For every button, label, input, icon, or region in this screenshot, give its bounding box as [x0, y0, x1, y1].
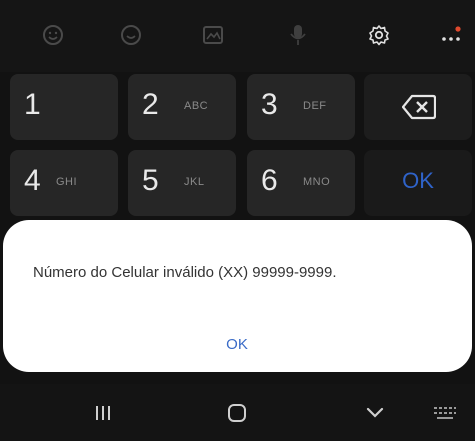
backspace-icon: [401, 94, 437, 125]
key-number: 1: [24, 88, 41, 121]
key-2[interactable]: 2 ABC: [128, 74, 236, 140]
key-letters: JKL: [184, 176, 205, 188]
sticker-icon[interactable]: [118, 22, 144, 48]
mic-icon[interactable]: [285, 22, 311, 48]
key-number: 6: [261, 164, 278, 197]
error-dialog: Número do Celular inválido (XX) 99999-99…: [3, 220, 472, 372]
navigation-bar: [0, 384, 475, 441]
key-letters: MNO: [303, 176, 331, 188]
key-6[interactable]: 6 MNO: [247, 150, 355, 216]
gif-icon[interactable]: [200, 22, 226, 48]
key-letters: GHI: [56, 176, 78, 188]
keypad-ok-label: OK: [402, 168, 434, 193]
settings-icon[interactable]: [366, 22, 392, 48]
key-number: 4: [24, 164, 41, 197]
recents-icon[interactable]: [88, 398, 118, 428]
error-message: Número do Celular inválido (XX) 99999-99…: [33, 264, 337, 281]
key-1[interactable]: 1: [10, 74, 118, 140]
key-5[interactable]: 5 JKL: [128, 150, 236, 216]
keyboard-toolbar: [0, 0, 475, 72]
back-icon[interactable]: [360, 398, 390, 428]
home-icon[interactable]: [222, 398, 252, 428]
more-icon[interactable]: [438, 22, 464, 48]
key-letters: DEF: [303, 100, 327, 112]
key-number: 5: [142, 164, 159, 197]
key-4[interactable]: 4 GHI: [10, 150, 118, 216]
key-number: 2: [142, 88, 159, 121]
key-letters: ABC: [184, 100, 209, 112]
emoji-icon[interactable]: [40, 22, 66, 48]
backspace-key[interactable]: [364, 74, 472, 140]
keyboard-icon[interactable]: [430, 398, 460, 428]
key-number: 3: [261, 88, 278, 121]
dialog-ok-button[interactable]: OK: [217, 336, 257, 353]
keypad-ok-key[interactable]: OK: [364, 150, 472, 216]
key-3[interactable]: 3 DEF: [247, 74, 355, 140]
